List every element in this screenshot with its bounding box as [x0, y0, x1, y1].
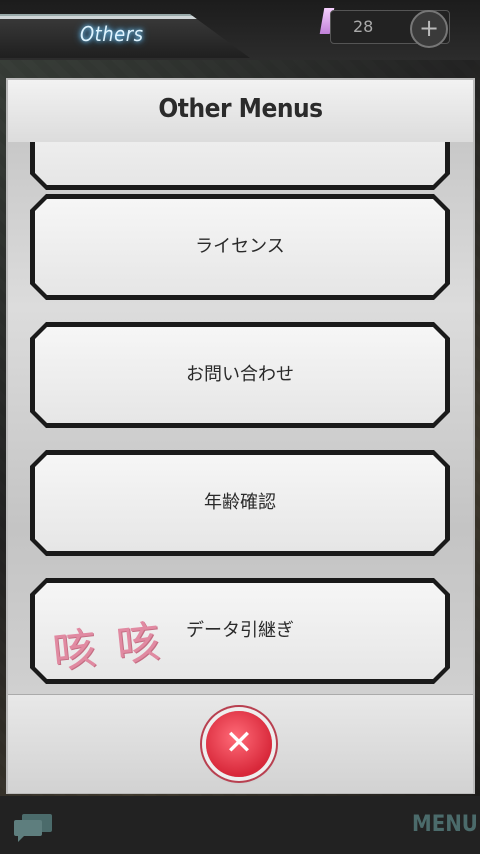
- tab-stripe: [0, 16, 250, 19]
- dialog-title: Other Menus: [158, 94, 323, 124]
- menu-item-label: [30, 142, 450, 190]
- plus-icon: +: [418, 14, 440, 42]
- watermark-stamp: 咳咳: [50, 614, 183, 679]
- menu-item-label: 年齢確認: [204, 492, 276, 513]
- currency-value: 28: [353, 17, 374, 36]
- menu-button[interactable]: MENU: [412, 812, 478, 837]
- top-bar: Others 28 +: [0, 0, 480, 60]
- close-button[interactable]: ✕: [206, 711, 272, 777]
- other-menus-dialog: Other Menus ライセンス お問い合わせ 年齢確認 データ引継ぎ ✕: [8, 80, 473, 793]
- menu-item-age-verification[interactable]: 年齢確認: [30, 450, 450, 556]
- chat-icon[interactable]: [12, 812, 54, 842]
- menu-item-hidden[interactable]: [30, 142, 450, 190]
- menu-item-contact[interactable]: お問い合わせ: [30, 322, 450, 428]
- bottom-bar: [0, 796, 480, 854]
- menu-item-label: お問い合わせ: [186, 364, 294, 385]
- menu-item-label: ライセンス: [195, 236, 285, 257]
- dialog-header: Other Menus: [8, 80, 473, 143]
- menu-item-license[interactable]: ライセンス: [30, 194, 450, 300]
- page-title: Others: [80, 22, 144, 46]
- dialog-footer: ✕: [8, 694, 473, 793]
- menu-list[interactable]: ライセンス お問い合わせ 年齢確認 データ引継ぎ: [8, 142, 473, 694]
- add-currency-button[interactable]: +: [410, 10, 448, 48]
- close-icon: ✕: [224, 723, 254, 763]
